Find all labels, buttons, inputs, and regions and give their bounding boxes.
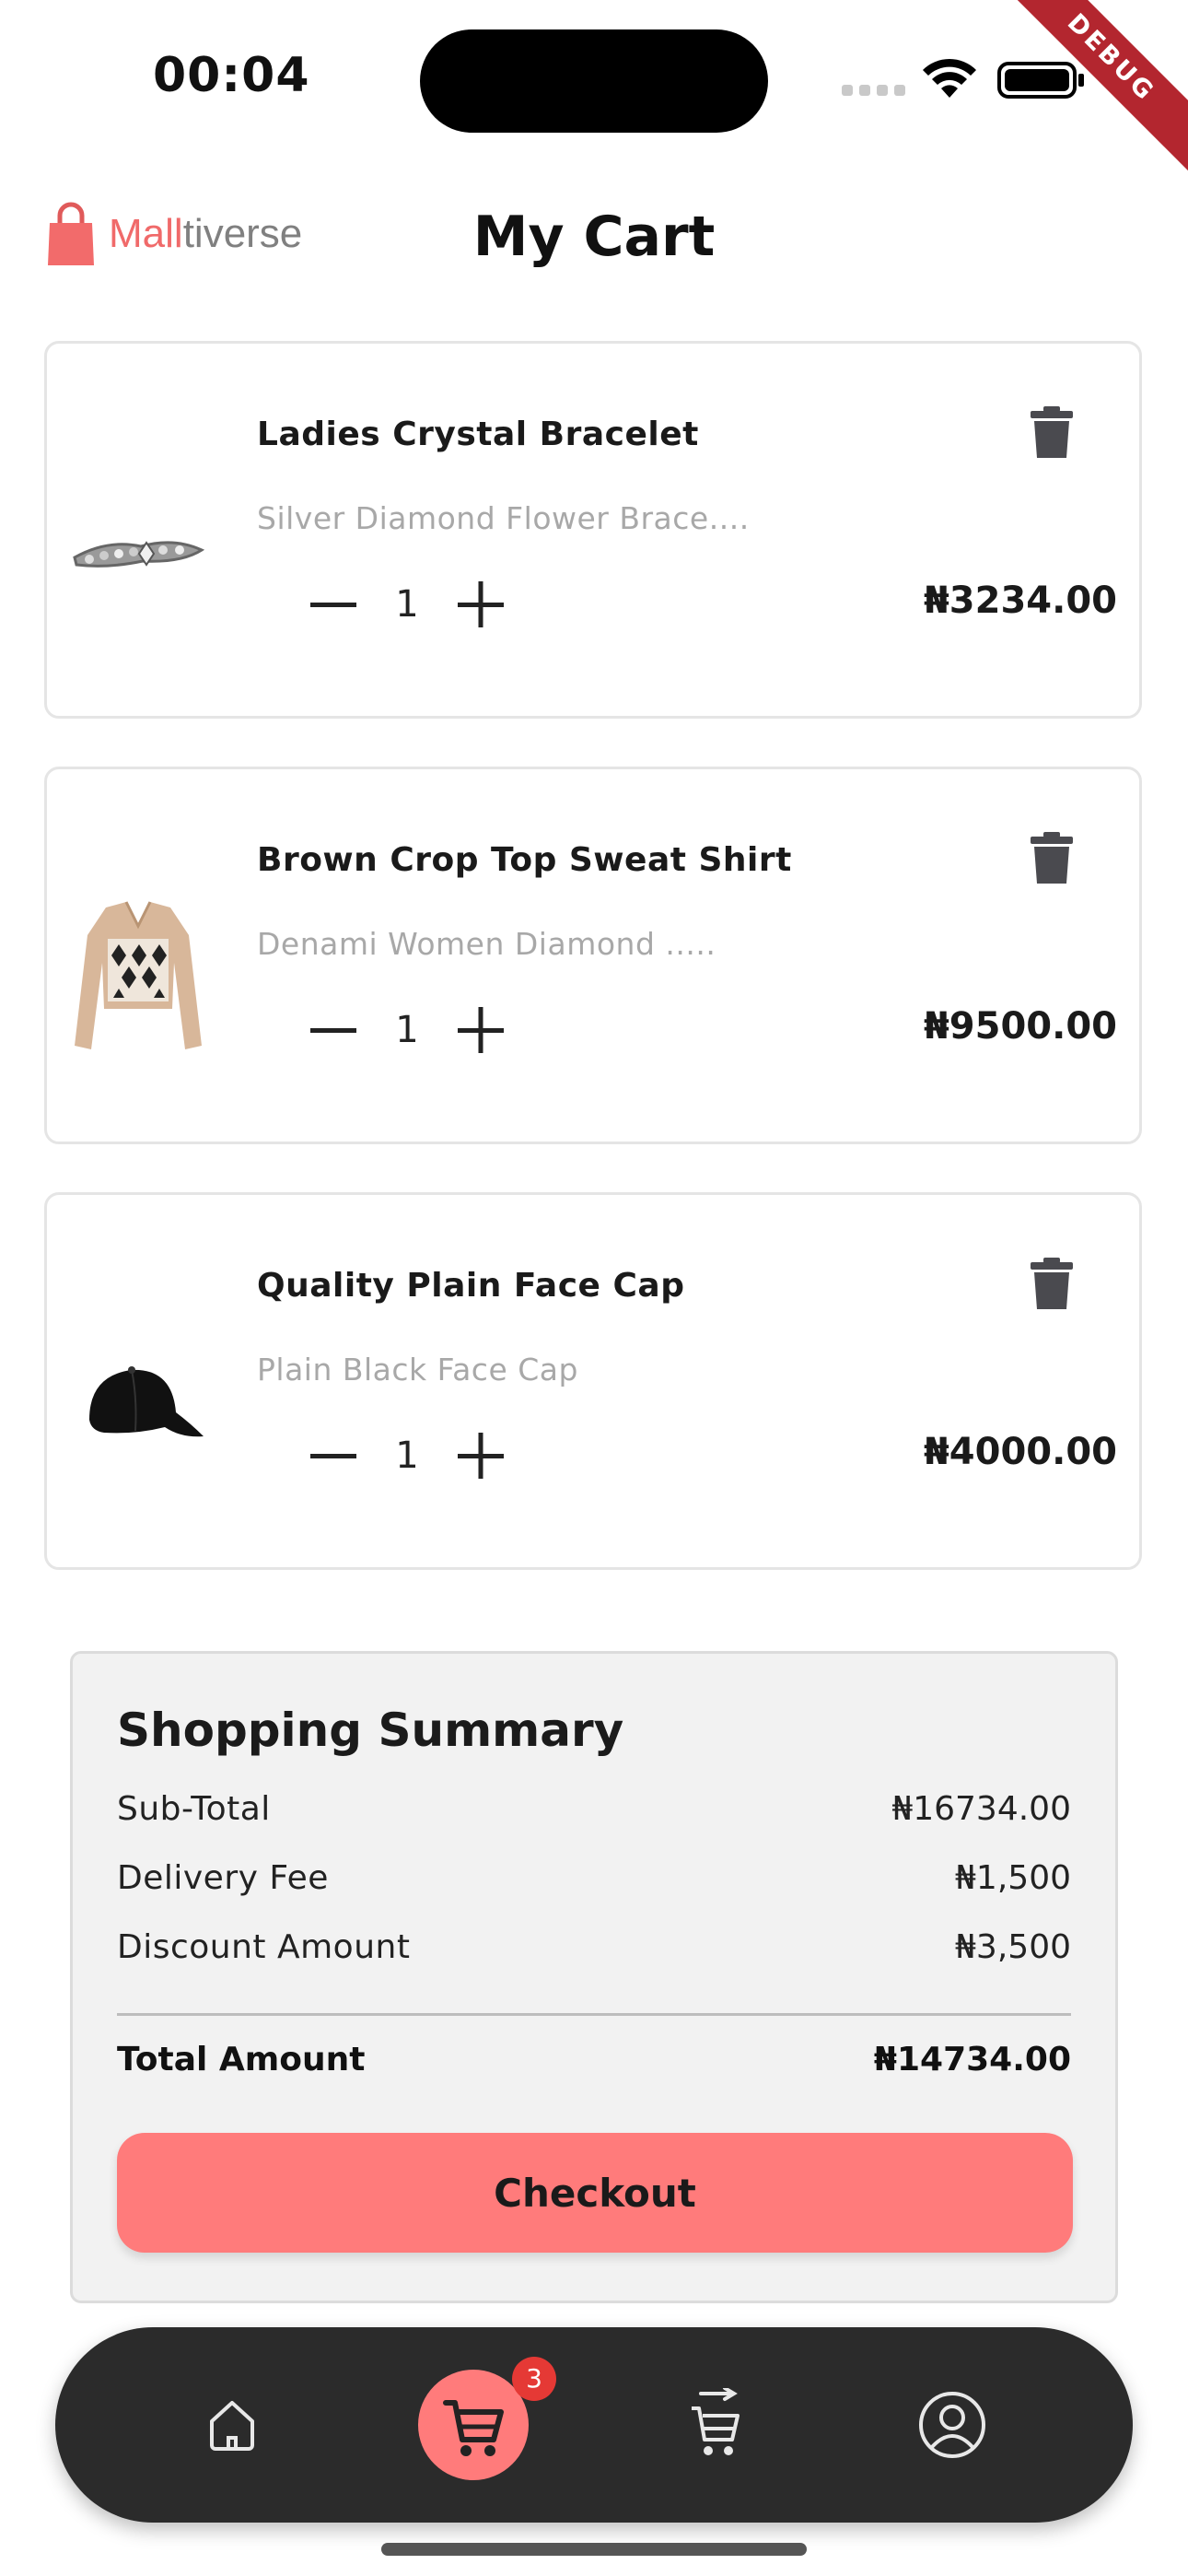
home-indicator[interactable] — [381, 2543, 807, 2556]
plus-icon — [458, 581, 504, 627]
dynamic-island — [420, 29, 768, 133]
delete-icon[interactable] — [1031, 406, 1073, 460]
decrease-quantity-button[interactable] — [305, 576, 362, 633]
product-description: Silver Diamond Flower Brace.... — [257, 500, 750, 536]
product-price: ₦9500.00 — [923, 1005, 1117, 1048]
increase-quantity-button[interactable] — [452, 576, 509, 633]
quantity-value: 1 — [395, 1009, 419, 1051]
product-name: Ladies Crystal Bracelet — [257, 416, 699, 453]
battery-icon — [997, 62, 1084, 99]
increase-quantity-button[interactable] — [452, 1427, 509, 1484]
delivery-fee-label: Delivery Fee — [117, 1859, 329, 1897]
minus-icon — [310, 1454, 356, 1458]
wifi-icon — [923, 58, 976, 98]
quantity-value: 1 — [395, 1434, 419, 1477]
cart-icon — [443, 2400, 504, 2456]
shopping-summary-panel: Shopping Summary Sub-Total ₦16734.00 Del… — [70, 1651, 1118, 2303]
delete-icon[interactable] — [1031, 832, 1073, 885]
cellular-signal-icon — [842, 85, 905, 96]
cart-item-card: Ladies Crystal Bracelet Silver Diamond F… — [44, 341, 1142, 719]
nav-profile[interactable] — [897, 2370, 1007, 2480]
minus-icon — [310, 1028, 356, 1033]
cart-item-card: Quality Plain Face Cap Plain Black Face … — [44, 1192, 1142, 1570]
page-title: My Cart — [472, 205, 716, 269]
product-price: ₦4000.00 — [923, 1431, 1117, 1473]
minus-icon — [310, 603, 356, 607]
profile-icon — [919, 2392, 985, 2458]
product-description: Plain Black Face Cap — [257, 1352, 578, 1388]
product-image-cap — [89, 1366, 204, 1437]
decrease-quantity-button[interactable] — [305, 1001, 362, 1059]
total-amount-value: ₦14734.00 — [873, 2041, 1071, 2078]
checkout-button[interactable]: Checkout — [117, 2133, 1073, 2253]
delivery-fee-value: ₦1,500 — [955, 1859, 1071, 1897]
nav-cart[interactable] — [418, 2370, 529, 2480]
subtotal-label: Sub-Total — [117, 1790, 271, 1828]
summary-divider — [117, 2013, 1071, 2016]
status-time: 00:04 — [153, 48, 310, 103]
product-description: Denami Women Diamond ..... — [257, 926, 716, 962]
summary-title: Shopping Summary — [117, 1704, 624, 1757]
nav-order-history[interactable] — [659, 2370, 770, 2480]
total-amount-label: Total Amount — [117, 2041, 366, 2078]
bottom-navigation-bar: 3 — [55, 2327, 1133, 2523]
discount-value: ₦3,500 — [955, 1928, 1071, 1966]
discount-label: Discount Amount — [117, 1928, 411, 1966]
quantity-value: 1 — [395, 583, 419, 626]
product-image-sweatshirt — [75, 901, 202, 1049]
delete-icon[interactable] — [1031, 1258, 1073, 1311]
cart-count-badge: 3 — [512, 2357, 556, 2401]
subtotal-value: ₦16734.00 — [891, 1790, 1071, 1828]
nav-home[interactable] — [177, 2370, 287, 2480]
home-icon — [210, 2401, 254, 2451]
decrease-quantity-button[interactable] — [305, 1427, 362, 1484]
increase-quantity-button[interactable] — [452, 1001, 509, 1059]
product-name: Quality Plain Face Cap — [257, 1267, 685, 1305]
product-image-bracelet — [73, 541, 205, 568]
cart-item-card: Brown Crop Top Sweat Shirt Denami Women … — [44, 767, 1142, 1144]
plus-icon — [458, 1007, 504, 1053]
product-price: ₦3234.00 — [923, 580, 1117, 622]
order-history-icon — [692, 2388, 740, 2455]
plus-icon — [458, 1433, 504, 1479]
product-name: Brown Crop Top Sweat Shirt — [257, 841, 792, 879]
